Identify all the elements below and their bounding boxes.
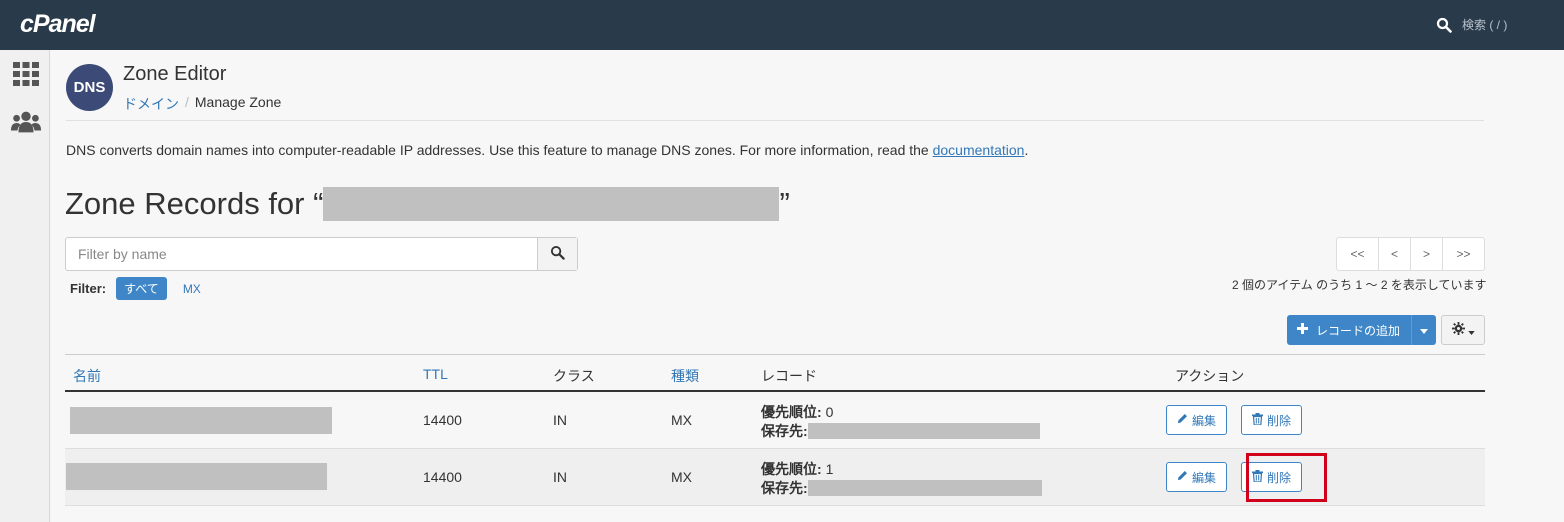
edit-label: 編集: [1191, 470, 1216, 485]
cpanel-logo[interactable]: cPanel: [20, 10, 96, 39]
priority-line: 優先順位: 0: [761, 402, 833, 422]
add-record-button[interactable]: レコードの追加: [1287, 315, 1436, 345]
page-last-button[interactable]: >>: [1442, 238, 1484, 270]
column-header-class: クラス: [553, 368, 595, 384]
redacted-record-name: [66, 463, 327, 490]
table-row: 14400 IN MX 優先順位: 1 保存先: 編集 削除: [65, 449, 1485, 506]
priority-label: 優先順位:: [761, 404, 822, 420]
edit-button[interactable]: 編集: [1166, 462, 1227, 492]
filter-by-name-input[interactable]: [66, 238, 537, 270]
filter-search-group: [65, 237, 578, 271]
breadcrumb-domains-link[interactable]: ドメイン: [123, 94, 179, 114]
class-cell: IN: [553, 412, 567, 428]
redacted-destination: [807, 480, 1042, 496]
users-icon[interactable]: [10, 108, 42, 136]
page-next-button[interactable]: >: [1410, 238, 1442, 270]
zone-records-table: 名前 TTL クラス 種類 レコード アクション 14400 IN MX 優先順…: [65, 354, 1485, 506]
caret-down-icon: [1420, 323, 1428, 337]
filter-label: Filter:: [70, 281, 107, 296]
delete-label: 削除: [1266, 413, 1291, 428]
description-suffix: .: [1024, 142, 1029, 158]
priority-line: 優先順位: 1: [761, 459, 833, 479]
zone-heading-prefix: Zone Records for “: [65, 186, 324, 221]
filter-search-button[interactable]: [537, 238, 577, 270]
pencil-icon: [1177, 413, 1188, 427]
priority-label: 優先順位:: [761, 461, 822, 477]
priority-value: 0: [825, 404, 834, 420]
zone-heading-suffix: ”: [779, 186, 790, 221]
global-search[interactable]: 検索 ( / ): [1436, 16, 1507, 33]
page-description: DNS converts domain names into computer-…: [66, 142, 1028, 158]
pencil-icon: [1177, 470, 1188, 484]
filter-all[interactable]: すべて: [116, 277, 167, 300]
column-header-name[interactable]: 名前: [73, 366, 101, 386]
class-cell: IN: [553, 469, 567, 485]
search-placeholder[interactable]: 検索 ( / ): [1462, 16, 1507, 33]
breadcrumb-current: Manage Zone: [194, 94, 282, 110]
column-header-actions: アクション: [1175, 368, 1245, 384]
breadcrumb-separator: /: [185, 94, 189, 110]
destination-line: 保存先:: [761, 421, 1040, 441]
pagination-info: 2 個のアイテム のうち 1 ～ 2 を表示しています: [1232, 278, 1487, 292]
header-divider: [66, 120, 1484, 121]
ttl-cell: 14400: [423, 412, 462, 428]
destination-label: 保存先:: [761, 423, 808, 439]
top-bar: cPanel 検索 ( / ): [0, 0, 1564, 50]
redacted-record-name: [70, 407, 332, 434]
destination-label: 保存先:: [761, 480, 808, 496]
column-header-record: レコード: [761, 368, 817, 384]
dns-logo-text: DNS: [73, 79, 106, 96]
table-row: 14400 IN MX 優先順位: 0 保存先: 編集 削除: [65, 392, 1485, 449]
delete-highlight-box: [1246, 453, 1327, 502]
gear-icon: [1451, 322, 1465, 338]
page-title: Zone Editor: [123, 63, 227, 85]
delete-button[interactable]: 削除: [1241, 405, 1302, 435]
priority-value: 1: [825, 461, 834, 477]
redacted-domain: [323, 187, 780, 221]
type-cell: MX: [671, 412, 692, 428]
record-type-filter: Filter: すべて MX: [70, 277, 207, 300]
breadcrumb: ドメイン / Manage Zone: [123, 94, 281, 114]
edit-button[interactable]: 編集: [1166, 405, 1227, 435]
redacted-destination: [807, 423, 1040, 439]
sidebar: [0, 50, 50, 522]
search-icon: [550, 245, 565, 263]
add-record-dropdown[interactable]: [1411, 315, 1436, 345]
add-record-label: レコードの追加: [1316, 323, 1401, 338]
caret-down-icon: [1467, 322, 1475, 338]
ttl-cell: 14400: [423, 469, 462, 485]
description-text: DNS converts domain names into computer-…: [66, 142, 933, 158]
column-header-ttl[interactable]: TTL: [423, 366, 448, 382]
filter-mx[interactable]: MX: [177, 279, 207, 299]
plus-icon: [1297, 323, 1308, 337]
search-icon[interactable]: [1436, 17, 1452, 33]
settings-dropdown-button[interactable]: [1441, 315, 1485, 345]
edit-label: 編集: [1191, 413, 1216, 428]
trash-icon: [1251, 412, 1263, 428]
main-content: DNS Zone Editor ドメイン / Manage Zone DNS c…: [51, 50, 1564, 522]
destination-line: 保存先:: [761, 478, 1042, 498]
apps-grid-icon[interactable]: [10, 60, 42, 88]
pagination: << < > >>: [1336, 237, 1485, 271]
dns-app-icon: DNS: [66, 64, 113, 111]
documentation-link[interactable]: documentation: [933, 142, 1025, 158]
column-header-type[interactable]: 種類: [671, 366, 699, 386]
zone-records-heading: Zone Records for “ ”: [65, 186, 790, 222]
page-prev-button[interactable]: <: [1378, 238, 1410, 270]
type-cell: MX: [671, 469, 692, 485]
table-header-row: 名前 TTL クラス 種類 レコード アクション: [65, 354, 1485, 392]
add-record-main[interactable]: レコードの追加: [1287, 322, 1411, 339]
page-first-button[interactable]: <<: [1337, 238, 1378, 270]
